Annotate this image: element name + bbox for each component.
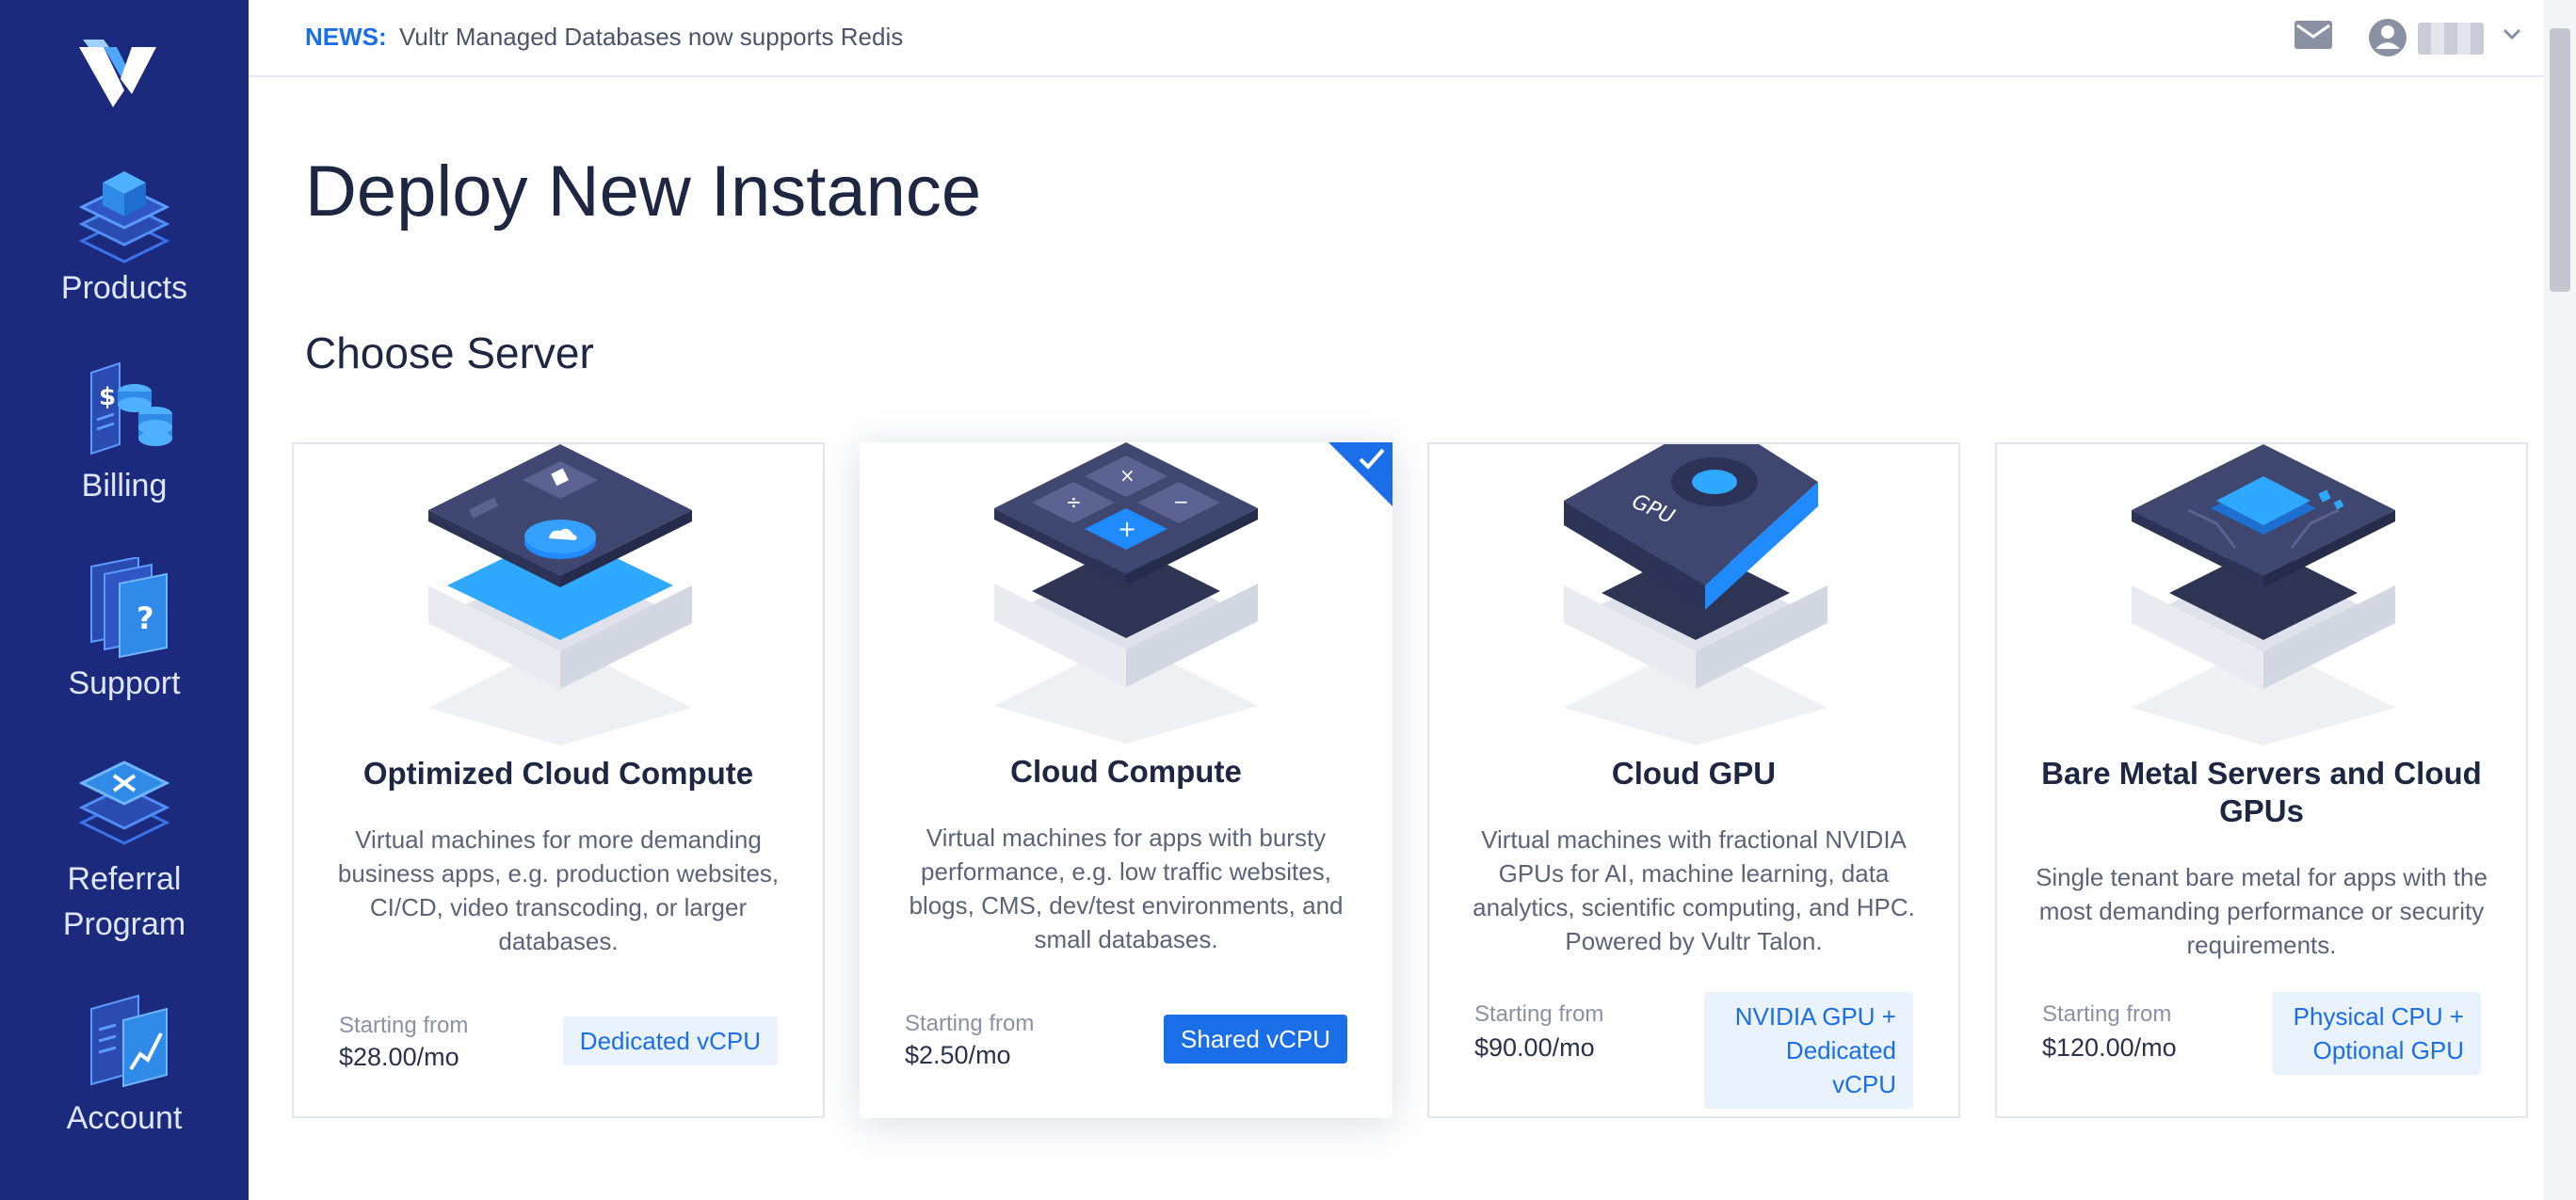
card-description: Single tenant bare metal for apps with t… <box>2036 863 2487 959</box>
sidebar-item-label: Account <box>66 1100 183 1136</box>
card-title: Bare Metal Servers and Cloud GPUs <box>2041 756 2482 828</box>
starting-from-label: Starting from <box>1474 1001 1604 1027</box>
vultr-logo[interactable] <box>75 38 169 117</box>
sidebar-item-support[interactable]: ? Support <box>0 557 249 706</box>
support-icon: ? <box>90 557 168 659</box>
card-title: Cloud GPU <box>1611 756 1777 791</box>
starting-from-label: Starting from <box>905 1011 1035 1036</box>
news-label: NEWS: <box>305 23 387 51</box>
page-title: Deploy New Instance <box>305 152 982 232</box>
checkmark-icon <box>1328 442 1393 506</box>
server-card-bare-metal[interactable]: Bare Metal Servers and Cloud GPUs Single… <box>1995 442 2528 1118</box>
starting-from-label: Starting from <box>339 1013 469 1038</box>
card-description: Virtual machines for more demanding busi… <box>337 825 780 955</box>
card-price: $90.00/mo <box>1474 1033 1595 1062</box>
card-price: $120.00/mo <box>2042 1033 2177 1062</box>
optimized-compute-illustration <box>428 444 692 745</box>
section-title: Choose Server <box>305 328 594 377</box>
card-price: $2.50/mo <box>905 1041 1011 1069</box>
sidebar-item-label: Referral Program <box>62 861 186 942</box>
cpu-type-badge: NVIDIA GPU + Dedicated vCPU <box>1704 992 1913 1109</box>
server-card-cloud-gpu[interactable]: GPU Cloud GPU Virtual machines with frac… <box>1427 442 1960 1118</box>
sidebar-item-referral-program[interactable]: Referral Program <box>0 753 249 947</box>
card-title: Cloud Compute <box>1010 754 1242 789</box>
sidebar-item-label: Billing <box>81 468 168 504</box>
server-card-cloud-compute[interactable]: × ÷ − + Cloud Compute Virtual machines f… <box>860 442 1393 1118</box>
top-bar: NEWS: Vultr Managed Databases now suppor… <box>249 0 2544 77</box>
svg-text:×: × <box>1119 464 1135 487</box>
account-icon <box>90 994 168 1088</box>
svg-text:−: − <box>1173 490 1189 513</box>
scrollbar-thumb[interactable] <box>2550 28 2570 292</box>
cpu-type-badge: Physical CPU + Optional GPU <box>2272 992 2481 1075</box>
cloud-gpu-illustration: GPU <box>1564 444 1827 745</box>
sidebar-item-billing[interactable]: $ Billing <box>0 360 249 508</box>
sidebar-item-products[interactable]: Products <box>0 162 249 311</box>
svg-text:÷: ÷ <box>1066 490 1082 513</box>
scrollbar[interactable] <box>2544 0 2576 1200</box>
user-name-redacted[interactable] <box>2418 23 2484 55</box>
card-price: $28.00/mo <box>339 1043 459 1071</box>
mail-icon[interactable] <box>2294 19 2333 53</box>
cloud-compute-illustration: × ÷ − + <box>994 442 1258 744</box>
svg-text:+: + <box>1118 516 1136 542</box>
sidebar-item-label: Support <box>68 665 181 701</box>
server-card-optimized-cloud-compute[interactable]: Optimized Cloud Compute Virtual machines… <box>292 442 825 1118</box>
referral-icon <box>78 760 170 845</box>
sidebar-item-label: Products <box>60 270 188 306</box>
news-link[interactable]: Vultr Managed Databases now supports Red… <box>399 23 903 52</box>
billing-icon: $ <box>90 361 172 456</box>
svg-text:$: $ <box>99 383 116 411</box>
card-description: Virtual machines with fractional NVIDIA … <box>1473 825 1915 955</box>
sidebar: Products $ Billing ? Support Referral Pr… <box>0 0 249 1200</box>
svg-text:?: ? <box>137 600 154 636</box>
cpu-type-badge: Dedicated vCPU <box>562 1016 778 1065</box>
card-title: Optimized Cloud Compute <box>362 756 754 791</box>
starting-from-label: Starting from <box>2042 1001 2172 1027</box>
sidebar-item-account[interactable]: Account <box>0 992 249 1141</box>
cpu-type-badge: Shared vCPU <box>1164 1015 1347 1064</box>
chevron-down-icon[interactable] <box>2503 28 2521 41</box>
card-description: Virtual machines for apps with bursty pe… <box>909 824 1344 953</box>
products-icon <box>78 171 170 264</box>
user-icon[interactable] <box>2367 17 2408 58</box>
bare-metal-illustration <box>2132 444 2395 745</box>
